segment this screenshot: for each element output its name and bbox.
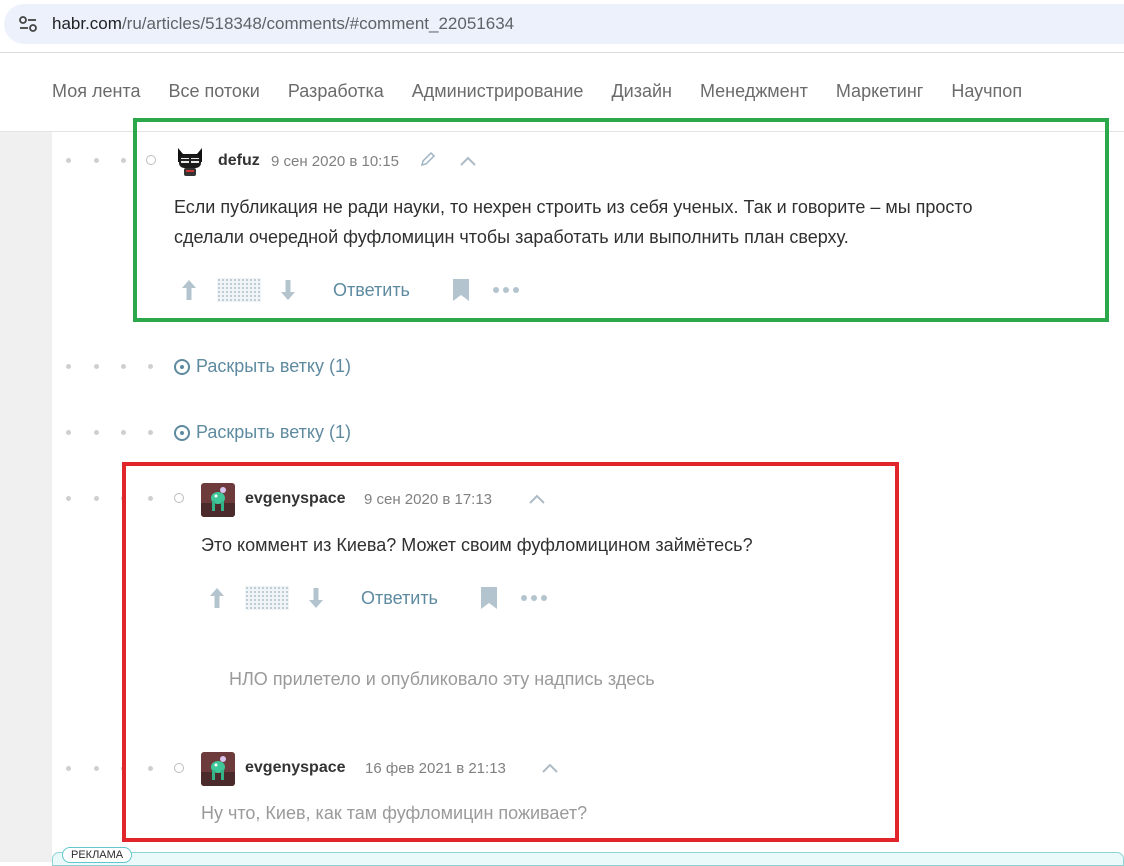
nav-item-management[interactable]: Менеджмент [700,81,808,102]
thread-dot [121,364,126,369]
ad-banner[interactable] [52,852,1124,866]
url-host: habr.com [52,14,122,33]
nav-item-development[interactable]: Разработка [288,81,384,102]
expand-branch-label: Раскрыть ветку (1) [196,422,351,442]
nav-item-administration[interactable]: Администрирование [412,81,584,102]
ad-label: РЕКЛАМА [62,847,133,863]
url-text[interactable]: habr.com/ru/articles/518348/comments/#co… [52,14,514,34]
address-bar[interactable]: habr.com/ru/articles/518348/comments/#co… [4,4,1124,44]
thread-dot [66,430,71,435]
nav-item-design[interactable]: Дизайн [611,81,672,102]
expand-branch-icon [174,358,190,375]
thread-dot [94,364,99,369]
thread-dot [94,158,99,163]
expand-branch-link[interactable]: Раскрыть ветку (1) [174,422,351,443]
thread-dot [121,158,126,163]
nav-item-popsci[interactable]: Научпоп [951,81,1022,102]
thread-dot [148,364,153,369]
thread-dot [94,496,99,501]
hubs-nav: Моя лента Все потоки Разработка Админист… [52,81,1050,102]
thread-dot [148,430,153,435]
nav-item-all-streams[interactable]: Все потоки [168,81,259,102]
nav-item-marketing[interactable]: Маркетинг [836,81,924,102]
left-gutter [0,132,52,862]
nav-item-my-feed[interactable]: Моя лента [52,81,140,102]
expand-branch-link[interactable]: Раскрыть ветку (1) [174,356,351,377]
thread-dot [66,496,71,501]
browser-divider [0,52,1124,53]
expand-branch-label: Раскрыть ветку (1) [196,356,351,376]
site-settings-icon[interactable] [18,15,38,33]
expand-branch-icon [174,424,190,441]
highlight-box-red [122,462,899,842]
thread-dot [66,364,71,369]
highlight-box-green [133,118,1109,322]
thread-dot [121,430,126,435]
thread-dot [94,430,99,435]
thread-dot [66,766,71,771]
thread-dot [66,158,71,163]
url-path: /ru/articles/518348/comments/#comment_22… [121,14,515,33]
thread-dot [94,766,99,771]
